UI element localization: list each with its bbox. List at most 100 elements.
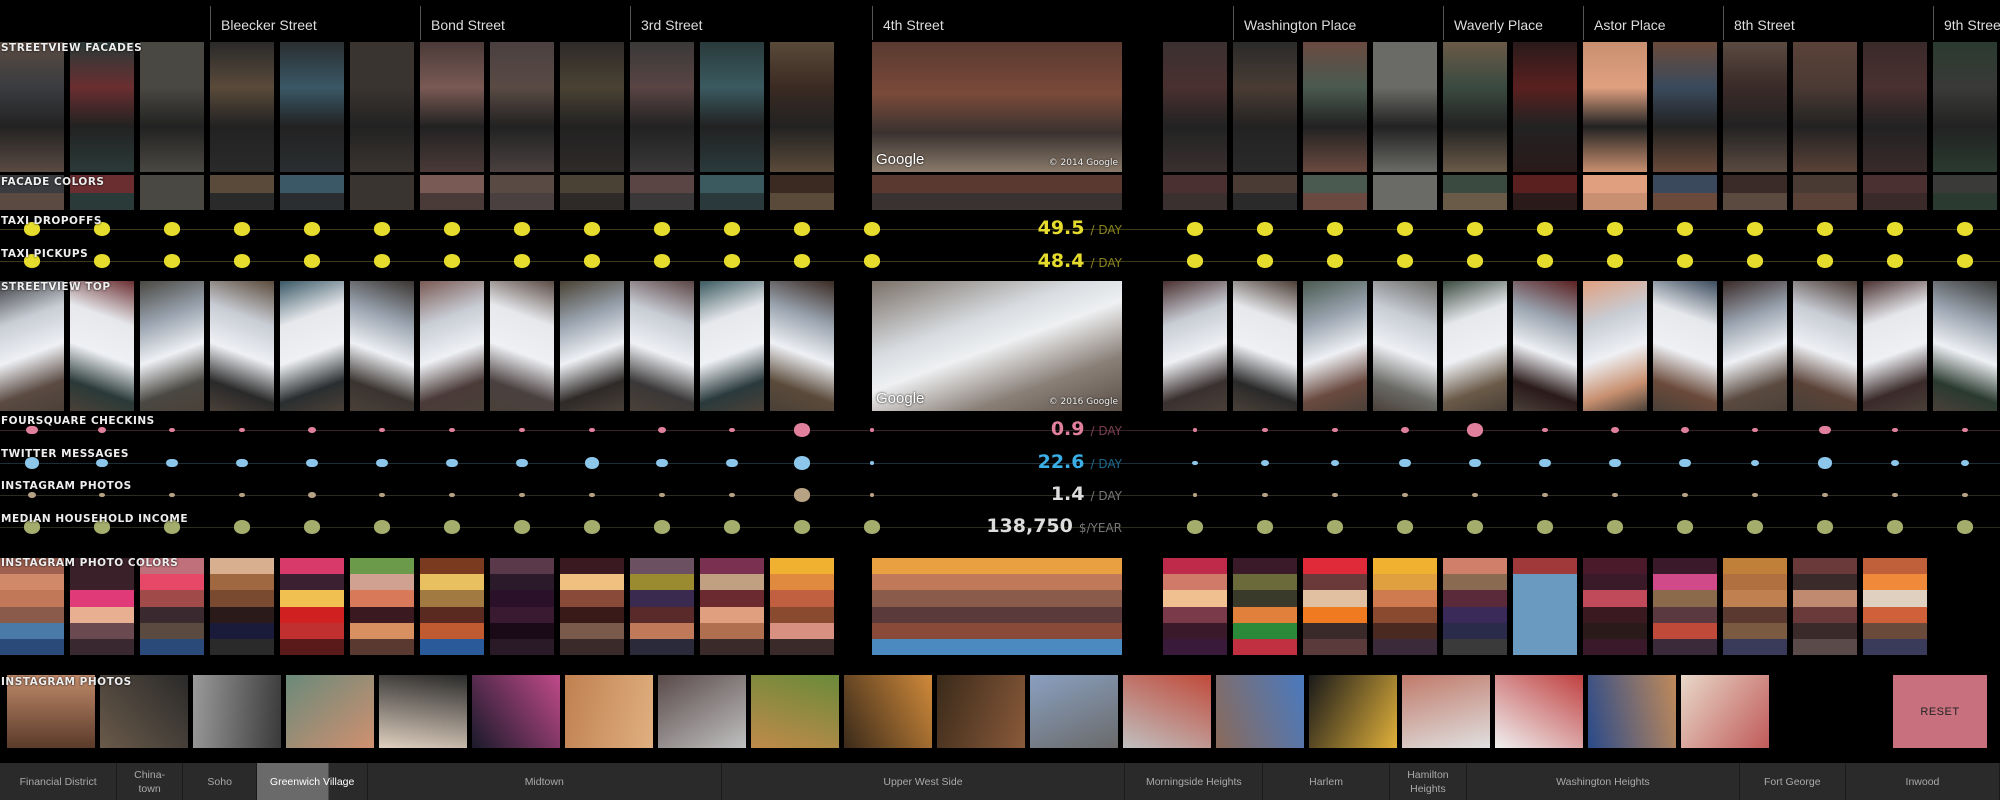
streetview-facade-image[interactable]: [1793, 42, 1857, 172]
nav-item[interactable]: Hamilton Heights: [1390, 763, 1468, 800]
streetview-top-image[interactable]: [1233, 281, 1297, 411]
foursquare-dot[interactable]: [519, 427, 525, 433]
instagram-dot[interactable]: [1892, 492, 1898, 498]
twitter-dot[interactable]: [1960, 459, 1970, 467]
taxi-dropoffs-dot[interactable]: [163, 222, 181, 236]
twitter-dot[interactable]: [1469, 458, 1481, 468]
instagram-photo[interactable]: [472, 675, 560, 748]
foursquare-dot[interactable]: [239, 427, 245, 433]
income-dot[interactable]: [1746, 520, 1764, 534]
foursquare-dot[interactable]: [449, 427, 455, 433]
instagram-photo[interactable]: [658, 675, 746, 748]
streetview-top-image[interactable]: [70, 281, 134, 411]
taxi-dropoffs-dot[interactable]: [513, 222, 531, 236]
income-dot[interactable]: [1326, 520, 1344, 534]
twitter-dot[interactable]: [1192, 460, 1198, 466]
taxi-pickups-dot[interactable]: [1466, 254, 1484, 268]
reset-button[interactable]: RESET: [1893, 675, 1987, 748]
foursquare-dot[interactable]: [1332, 427, 1338, 433]
streetview-facade-image[interactable]: [280, 42, 344, 172]
instagram-dot[interactable]: [27, 491, 37, 499]
taxi-pickups-dot[interactable]: [653, 254, 671, 268]
taxi-pickups-dot[interactable]: [303, 254, 321, 268]
instagram-dot[interactable]: [239, 492, 245, 498]
foursquare-dot[interactable]: [1400, 426, 1410, 434]
taxi-pickups-dot[interactable]: [793, 254, 811, 268]
instagram-dot[interactable]: [1822, 492, 1828, 498]
instagram-dot[interactable]: [1612, 492, 1618, 498]
streetview-top-image[interactable]: [210, 281, 274, 411]
twitter-dot[interactable]: [1679, 458, 1691, 468]
taxi-pickups-dot[interactable]: [1256, 254, 1274, 268]
foursquare-dot[interactable]: [1542, 427, 1548, 433]
taxi-pickups-dot[interactable]: [1326, 254, 1344, 268]
taxi-pickups-dot[interactable]: [1186, 254, 1204, 268]
instagram-dot[interactable]: [1682, 492, 1688, 498]
taxi-pickups-dot[interactable]: [1956, 254, 1974, 268]
income-dot[interactable]: [793, 520, 811, 534]
streetview-top-image[interactable]: [700, 281, 764, 411]
instagram-dot[interactable]: [1752, 492, 1758, 498]
twitter-dot[interactable]: [236, 458, 248, 468]
streetview-top-image[interactable]: [420, 281, 484, 411]
income-dot[interactable]: [443, 520, 461, 534]
streetview-facade-image[interactable]: [1723, 42, 1787, 172]
nav-item[interactable]: Financial District: [0, 763, 118, 800]
taxi-pickups-dot[interactable]: [513, 254, 531, 268]
street-label[interactable]: Waverly Place: [1443, 6, 1543, 40]
instagram-photo[interactable]: [1588, 675, 1676, 748]
taxi-pickups-dot[interactable]: [583, 254, 601, 268]
streetview-facade-image[interactable]: [700, 42, 764, 172]
streetview-facade-image[interactable]: [70, 42, 134, 172]
foursquare-dot[interactable]: [1262, 427, 1268, 433]
foursquare-dot[interactable]: [97, 426, 107, 434]
instagram-dot[interactable]: [659, 492, 665, 498]
foursquare-dot[interactable]: [169, 427, 175, 433]
foursquare-dot[interactable]: [657, 426, 667, 434]
nav-item[interactable]: Washington Heights: [1467, 763, 1740, 800]
taxi-pickups-dot[interactable]: [93, 254, 111, 268]
twitter-dot[interactable]: [1890, 459, 1900, 467]
twitter-dot[interactable]: [516, 458, 528, 468]
streetview-top-image[interactable]: [1373, 281, 1437, 411]
income-dot[interactable]: [653, 520, 671, 534]
instagram-dot[interactable]: [449, 492, 455, 498]
taxi-pickups-dot[interactable]: [233, 254, 251, 268]
income-dot[interactable]: [303, 520, 321, 534]
street-label[interactable]: Washington Place: [1233, 6, 1356, 40]
streetview-facade-image[interactable]: [420, 42, 484, 172]
instagram-dot[interactable]: [1542, 492, 1548, 498]
streetview-facade-image[interactable]: [770, 42, 834, 172]
twitter-dot[interactable]: [1750, 459, 1760, 467]
taxi-dropoffs-dot[interactable]: [303, 222, 321, 236]
streetview-facade-image[interactable]: [0, 42, 64, 172]
taxi-pickups-dot[interactable]: [723, 254, 741, 268]
taxi-dropoffs-dot[interactable]: [1956, 222, 1974, 236]
streetview-top-image[interactable]: [1163, 281, 1227, 411]
instagram-dot[interactable]: [793, 488, 811, 502]
streetview-top-image[interactable]: [1443, 281, 1507, 411]
instagram-dot[interactable]: [1962, 492, 1968, 498]
taxi-dropoffs-dot[interactable]: [1746, 222, 1764, 236]
taxi-dropoffs-dot[interactable]: [793, 222, 811, 236]
streetview-facade-image[interactable]: [630, 42, 694, 172]
taxi-dropoffs-dot[interactable]: [1606, 222, 1624, 236]
instagram-photo[interactable]: [1309, 675, 1397, 748]
taxi-dropoffs-dot[interactable]: [1816, 222, 1834, 236]
streetview-top-image[interactable]: [1303, 281, 1367, 411]
foursquare-dot[interactable]: [1193, 428, 1197, 432]
twitter-dot[interactable]: [446, 458, 458, 468]
street-label[interactable]: 3rd Street: [630, 6, 702, 40]
streetview-facade-image[interactable]: [1373, 42, 1437, 172]
instagram-dot[interactable]: [1472, 492, 1478, 498]
instagram-photo[interactable]: [1216, 675, 1304, 748]
selected-top-image[interactable]: Google © 2016 Google: [872, 281, 1122, 411]
street-label[interactable]: Astor Place: [1583, 6, 1666, 40]
taxi-pickups-dot[interactable]: [1396, 254, 1414, 268]
nav-item[interactable]: Morningside Heights: [1125, 763, 1264, 800]
instagram-dot[interactable]: [1402, 492, 1408, 498]
instagram-dot[interactable]: [379, 492, 385, 498]
taxi-pickups-dot[interactable]: [373, 254, 391, 268]
twitter-dot[interactable]: [166, 458, 178, 468]
streetview-facade-image[interactable]: [350, 42, 414, 172]
